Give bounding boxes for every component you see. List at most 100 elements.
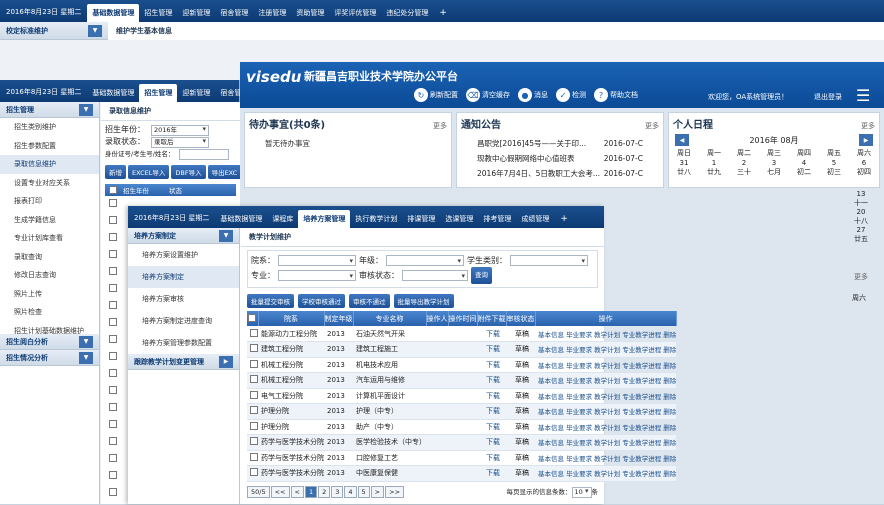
row-checkbox[interactable] [250, 375, 258, 384]
notice-item[interactable]: 现教中心假期网络中心值班表 2016-07-C [477, 151, 643, 166]
sidebar-group-0[interactable]: 招生阅白分析 ▼ [0, 334, 99, 350]
tool-1[interactable]: ⌫ 清空缓存 [466, 88, 510, 102]
logout-link[interactable]: 退出登录 [814, 92, 842, 102]
sidebar-item-6[interactable]: 专业计划库查看 [0, 229, 99, 248]
layer2-tab-0[interactable]: 基础数据管理 [87, 84, 139, 102]
row-operations[interactable]: 基本信息 毕业要求 教学计划 专业教学进程 删除 [535, 341, 677, 358]
action-button-3[interactable]: 批量导出教学计划 [393, 294, 454, 308]
column-header-3[interactable]: 操作人 [426, 311, 449, 326]
row-checkbox[interactable] [250, 390, 258, 399]
sidebar-item-7[interactable]: 录取查询 [0, 248, 99, 267]
sidebar-item-3[interactable]: 培养方案制定进度查询 [128, 310, 239, 332]
row-checkbox[interactable] [109, 233, 117, 241]
pager-page-5[interactable]: 5 [357, 485, 370, 498]
row-operations[interactable]: 基本信息 毕业要求 教学计划 专业教学进程 删除 [535, 434, 677, 451]
row-checkbox[interactable] [109, 250, 117, 258]
tool-0[interactable]: ↻ 刷新配置 [414, 88, 458, 102]
column-header-0[interactable]: 院系 [258, 311, 325, 326]
calendar-more-link[interactable]: 更多 [861, 121, 875, 131]
layer1-tab-7[interactable]: 违纪处分管理 [381, 4, 433, 22]
status-select[interactable]: 录取后 [151, 136, 209, 148]
calendar-day[interactable]: 十八 [846, 217, 876, 226]
sidebar-item-0[interactable]: 招生类别维护 [0, 118, 99, 137]
tool-3[interactable]: ✓ 检测 [556, 88, 586, 102]
collapse-arrow-icon[interactable]: ▼ [88, 24, 102, 37]
calendar-day[interactable]: 6 [849, 158, 879, 167]
calendar-day[interactable]: 27 [846, 226, 876, 235]
calendar-day[interactable]: 5 [819, 158, 849, 167]
row-checkbox[interactable] [109, 318, 117, 326]
column-header-1[interactable]: 制定年级 [324, 311, 354, 326]
expand-arrow-icon[interactable]: ▶ [219, 355, 233, 368]
sidebar-item-9[interactable]: 照片上传 [0, 285, 99, 304]
calendar-day[interactable]: 13 [846, 190, 876, 199]
collapse-arrow-icon[interactable]: ▼ [219, 229, 233, 242]
layer1-tab-2[interactable]: 迎新管理 [177, 4, 215, 22]
calendar-day[interactable]: 廿九 [699, 167, 729, 177]
table-row[interactable]: 药学与医学技术分院 2013 中医康复保健 下载 草稿 基本信息 毕业要求 教学计划 专业… [247, 465, 677, 482]
id-input[interactable] [179, 148, 229, 160]
cell-5[interactable]: 下载 [477, 326, 506, 342]
row-operations[interactable]: 基本信息 毕业要求 教学计划 专业教学进程 删除 [535, 372, 677, 389]
sidebar-item-1[interactable]: 培养方案制定 [128, 266, 239, 288]
cell-5[interactable]: 下载 [477, 403, 506, 420]
column-header-6[interactable]: 审核状态 [506, 311, 536, 326]
row-checkbox[interactable] [250, 421, 258, 430]
row-checkbox[interactable] [109, 369, 117, 377]
row-checkbox[interactable] [109, 403, 117, 411]
todo-more-link[interactable]: 更多 [433, 121, 447, 131]
pager-page-1[interactable]: 1 [304, 485, 318, 498]
sidebar-item-1[interactable]: 招生参数配置 [0, 137, 99, 156]
table-row[interactable]: 机械工程分院 2013 汽车运用与维修 下载 草稿 基本信息 毕业要求 教学计划 专业教学… [247, 372, 677, 389]
table-row[interactable]: 电气工程分院 2013 计算机平面设计 下载 草稿 基本信息 毕业要求 教学计划 专业教学… [247, 388, 677, 404]
layer1-tab-0[interactable]: 基础数据管理 [87, 4, 140, 22]
column-header-5[interactable]: 附件下载 [477, 311, 507, 326]
table-row[interactable]: 护理分院 2013 助产（中专） 下载 草稿 基本信息 毕业要求 教学计划 专业教学进程 … [247, 419, 677, 435]
query-button[interactable]: 查询 [471, 267, 492, 284]
pager-page-2[interactable]: 2 [318, 485, 331, 498]
dept-select[interactable] [278, 255, 356, 268]
select-all-checkbox[interactable] [248, 313, 257, 322]
calendar-day[interactable]: 十一 [846, 199, 876, 208]
row-operations[interactable]: 基本信息 毕业要求 教学计划 专业教学进程 删除 [535, 357, 677, 373]
row-checkbox[interactable] [109, 199, 117, 207]
calendar-day[interactable]: 三十 [729, 167, 759, 177]
row-operations[interactable]: 基本信息 毕业要求 教学计划 专业教学进程 删除 [535, 450, 677, 466]
layer4-tab-1[interactable]: 课程库 [267, 210, 298, 228]
row-checkbox[interactable] [250, 328, 258, 337]
notice-item[interactable]: 2016年7月4日、5日教职工大会考... 2016-07-C [477, 166, 643, 181]
row-checkbox[interactable] [250, 437, 258, 446]
row-checkbox[interactable] [109, 488, 117, 496]
layer1-tab-6[interactable]: 评奖评优管理 [329, 4, 381, 22]
cell-5[interactable]: 下载 [477, 388, 506, 404]
collapse-arrow-icon[interactable]: ▼ [79, 351, 93, 364]
row-checkbox[interactable] [109, 267, 117, 275]
tool-2[interactable]: ● 消息 [518, 88, 548, 102]
pager-nav-end-1[interactable]: >> [385, 485, 405, 498]
per-page-select[interactable]: 10 [571, 486, 592, 498]
pager-nav-0[interactable]: << [270, 485, 290, 498]
row-checkbox[interactable] [109, 301, 117, 309]
sidebar-item-3[interactable]: 设置专业对应关系 [0, 174, 99, 193]
row-operations[interactable]: 基本信息 毕业要求 教学计划 专业教学进程 删除 [535, 388, 677, 404]
row-checkbox[interactable] [250, 344, 258, 353]
sidebar-item-5[interactable]: 生成学籍信息 [0, 211, 99, 230]
collapse-arrow-icon[interactable]: ▼ [79, 335, 93, 348]
layer4-tab-6[interactable]: 排考管理 [478, 210, 516, 228]
major-select[interactable] [278, 270, 356, 283]
layer4-tab-7[interactable]: 成绩管理 [516, 210, 554, 228]
sidebar-item-0[interactable]: 培养方案设置维护 [128, 244, 239, 266]
calendar-day[interactable]: 2 [729, 158, 759, 167]
year-select[interactable]: 2016年 [151, 124, 209, 136]
calendar-more-2[interactable]: 更多 [854, 272, 868, 282]
layer2-button-0[interactable]: 新增 [105, 165, 126, 179]
tool-4[interactable]: ? 帮助文档 [594, 88, 638, 102]
layer4-tab-3[interactable]: 执行教学计划 [350, 210, 402, 228]
calendar-day[interactable]: 31 [669, 158, 699, 167]
row-checkbox[interactable] [109, 335, 117, 343]
next-month-icon[interactable]: ▶ [859, 134, 873, 146]
cell-5[interactable]: 下载 [477, 357, 506, 373]
sidebar-item-10[interactable]: 照片检查 [0, 303, 99, 322]
row-operations[interactable]: 基本信息 毕业要求 教学计划 专业教学进程 删除 [535, 419, 677, 435]
sidebar-item-2[interactable]: 培养方案审核 [128, 288, 239, 310]
